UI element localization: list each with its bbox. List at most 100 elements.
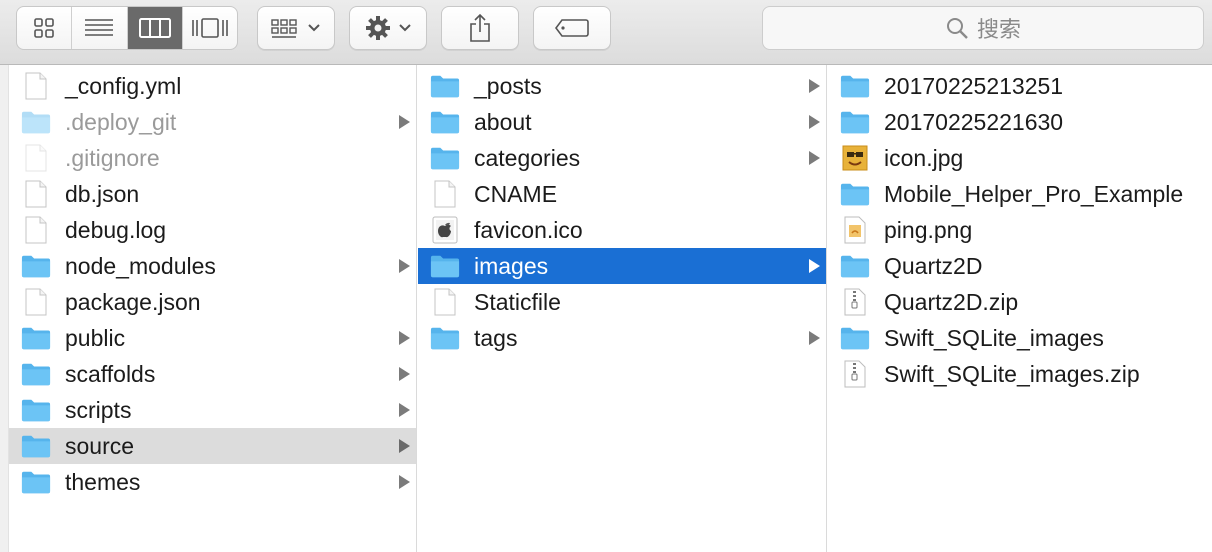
folder-icon (840, 74, 870, 98)
document-icon (21, 72, 51, 100)
icon-view-button[interactable] (17, 7, 73, 49)
search-icon (946, 18, 968, 39)
grid-icon (34, 18, 54, 38)
file-row[interactable]: Quartz2D (828, 248, 1212, 284)
file-row[interactable]: 20170225213251 (828, 68, 1212, 104)
folder-icon (21, 254, 51, 278)
file-name: 20170225221630 (884, 108, 1064, 135)
cover-flow-icon (192, 18, 228, 38)
column-view-button[interactable] (127, 7, 183, 49)
file-name: source (65, 432, 135, 459)
file-row[interactable]: Mobile_Helper_Pro_Example (828, 176, 1212, 212)
folder-icon (430, 254, 460, 278)
file-name: Staticfile (474, 288, 561, 315)
disclosure-arrow-icon (399, 259, 410, 273)
file-name: images (474, 252, 549, 279)
file-row[interactable]: scripts (9, 392, 416, 428)
action-menu-button[interactable] (349, 6, 427, 50)
file-name: Swift_SQLite_images.zip (884, 360, 1140, 387)
disclosure-arrow-icon (399, 331, 410, 345)
file-row[interactable]: _config.yml (9, 68, 416, 104)
disclosure-arrow-icon (809, 115, 820, 129)
file-row[interactable]: icon.jpg (828, 140, 1212, 176)
file-name: .deploy_git (65, 108, 177, 135)
folder-icon (430, 326, 460, 350)
file-name: scaffolds (65, 360, 156, 387)
file-name: _posts (474, 72, 542, 99)
file-row[interactable]: Staticfile (418, 284, 826, 320)
document-icon (430, 288, 460, 316)
list-view-button[interactable] (72, 7, 128, 49)
file-name: favicon.ico (474, 216, 583, 243)
search-placeholder: 搜索 (976, 17, 1021, 42)
folder-icon (840, 182, 870, 206)
apple-icon (430, 216, 460, 244)
file-row[interactable]: images (418, 248, 826, 284)
file-row[interactable]: about (418, 104, 826, 140)
file-name: Swift_SQLite_images (884, 324, 1104, 351)
file-name: ping.png (884, 216, 973, 243)
file-row[interactable]: Swift_SQLite_images.zip (828, 356, 1212, 392)
file-row[interactable]: Swift_SQLite_images (828, 320, 1212, 356)
document-icon (21, 144, 51, 172)
file-name: about (474, 108, 532, 135)
columns-icon (138, 18, 171, 38)
folder-icon (430, 146, 460, 170)
disclosure-arrow-icon (809, 151, 820, 165)
file-row[interactable]: source (9, 428, 416, 464)
share-icon (470, 13, 490, 42)
disclosure-arrow-icon (809, 331, 820, 345)
edit-tags-button[interactable] (533, 6, 611, 50)
folder-icon (840, 254, 870, 278)
document-icon (21, 216, 51, 244)
list-icon (85, 19, 114, 36)
file-name: debug.log (65, 216, 167, 243)
file-name: package.json (65, 288, 201, 315)
folder-icon (21, 110, 51, 134)
share-button[interactable] (441, 6, 519, 50)
file-row[interactable]: db.json (9, 176, 416, 212)
folder-icon (21, 434, 51, 458)
file-row[interactable]: .gitignore (9, 140, 416, 176)
disclosure-arrow-icon (399, 439, 410, 453)
file-row[interactable]: _posts (418, 68, 826, 104)
folder-icon (430, 74, 460, 98)
folder-icon (430, 110, 460, 134)
file-row[interactable]: 20170225221630 (828, 104, 1212, 140)
zip-archive-icon (840, 288, 870, 316)
file-row[interactable]: ping.png (828, 212, 1212, 248)
file-name: Mobile_Helper_Pro_Example (884, 180, 1184, 207)
search-field[interactable]: 搜索 (762, 6, 1204, 50)
cover-flow-view-button[interactable] (183, 7, 237, 49)
file-row[interactable]: scaffolds (9, 356, 416, 392)
file-name: public (65, 324, 126, 351)
file-name: db.json (65, 180, 140, 207)
file-row[interactable]: favicon.ico (418, 212, 826, 248)
column-2: _postsabout categories CNAME favicon.ico ima… (418, 65, 827, 552)
view-mode-segmented-control[interactable] (16, 6, 238, 50)
file-name: themes (65, 468, 141, 495)
file-row[interactable]: .deploy_git (9, 104, 416, 140)
toolbar: 搜索 (0, 0, 1212, 65)
folder-icon (21, 362, 51, 386)
file-row[interactable]: Quartz2D.zip (828, 284, 1212, 320)
folder-icon (840, 110, 870, 134)
disclosure-arrow-icon (399, 367, 410, 381)
tag-icon (555, 19, 589, 37)
file-row[interactable]: public (9, 320, 416, 356)
document-icon (430, 180, 460, 208)
png-file-icon (840, 216, 870, 244)
file-row[interactable]: themes (9, 464, 416, 500)
file-row[interactable]: debug.log (9, 212, 416, 248)
file-row[interactable]: CNAME (418, 176, 826, 212)
file-row[interactable]: categories (418, 140, 826, 176)
document-icon (21, 288, 51, 316)
arrange-menu-button[interactable] (257, 6, 335, 50)
file-row[interactable]: tags (418, 320, 826, 356)
disclosure-arrow-icon (399, 403, 410, 417)
file-row[interactable]: node_modules (9, 248, 416, 284)
file-row[interactable]: package.json (9, 284, 416, 320)
file-name: node_modules (65, 252, 216, 279)
zip-archive-icon (840, 360, 870, 388)
file-name: .gitignore (65, 144, 160, 171)
